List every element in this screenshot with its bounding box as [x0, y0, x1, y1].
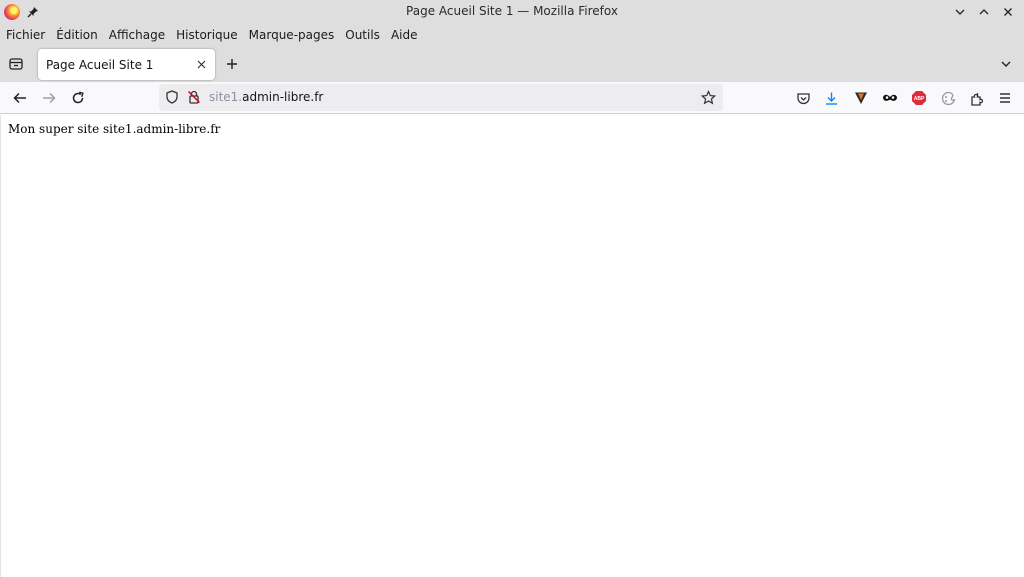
- list-all-tabs-button[interactable]: [996, 54, 1016, 74]
- menu-icon[interactable]: [994, 87, 1016, 109]
- page-content: Mon super site site1.admin-libre.fr: [0, 115, 1024, 577]
- chevron-down-icon: [1001, 61, 1011, 67]
- tab-close-button[interactable]: [194, 57, 208, 71]
- chevron-down-icon: [955, 9, 965, 15]
- color-extension-icon[interactable]: [937, 87, 959, 109]
- new-tab-button[interactable]: [222, 54, 242, 74]
- close-icon: [1004, 8, 1012, 16]
- adblock-icon[interactable]: ABP: [908, 87, 930, 109]
- firefox-view-icon: [9, 58, 23, 70]
- menu-aide[interactable]: Aide: [391, 28, 418, 42]
- url-bar[interactable]: site1.admin-libre.fr: [159, 84, 723, 111]
- page-body-text: Mon super site site1.admin-libre.fr: [8, 122, 221, 136]
- tracking-protection-icon[interactable]: [164, 89, 180, 105]
- menu-fichier[interactable]: Fichier: [6, 28, 45, 42]
- tab-bar: Page Acueil Site 1: [0, 46, 1024, 82]
- window-title: Page Acueil Site 1 — Mozilla Firefox: [406, 4, 618, 18]
- url-subdomain: site1.: [209, 90, 243, 104]
- window-controls: [950, 3, 1018, 21]
- url-domain: admin-libre.fr: [242, 90, 324, 104]
- chevron-up-icon: [979, 9, 989, 15]
- url-text[interactable]: site1.admin-libre.fr: [209, 90, 323, 104]
- vpn-extension-icon[interactable]: [850, 87, 872, 109]
- pocket-icon[interactable]: [792, 87, 814, 109]
- title-bar: Page Acueil Site 1 — Mozilla Firefox: [0, 0, 1024, 24]
- downloads-icon[interactable]: [820, 87, 842, 109]
- maximize-button[interactable]: [974, 3, 994, 21]
- close-icon: [197, 60, 205, 68]
- forward-button[interactable]: [37, 86, 61, 110]
- tab-page-acueil[interactable]: Page Acueil Site 1: [38, 49, 215, 80]
- bookmark-star-icon[interactable]: [700, 89, 716, 105]
- tab-title: Page Acueil Site 1: [46, 57, 154, 72]
- menu-edition[interactable]: Édition: [56, 28, 98, 42]
- mask-extension-icon[interactable]: [879, 87, 901, 109]
- reload-button[interactable]: [66, 86, 90, 110]
- navigation-toolbar: site1.admin-libre.fr ABP: [0, 82, 1024, 114]
- menu-outils[interactable]: Outils: [345, 28, 380, 42]
- menu-historique[interactable]: Historique: [176, 28, 238, 42]
- menu-affichage[interactable]: Affichage: [109, 28, 165, 42]
- back-arrow-icon: [13, 92, 26, 104]
- plus-icon: [227, 59, 237, 69]
- forward-arrow-icon: [43, 92, 56, 104]
- adblock-label: ABP: [914, 96, 925, 102]
- extensions-icon[interactable]: [966, 87, 988, 109]
- back-button[interactable]: [8, 86, 32, 110]
- reload-icon: [72, 91, 84, 104]
- minimize-button[interactable]: [950, 3, 970, 21]
- menu-marque-pages[interactable]: Marque-pages: [249, 28, 335, 42]
- close-window-button[interactable]: [998, 3, 1018, 21]
- menu-bar: Fichier Édition Affichage Historique Mar…: [0, 24, 1024, 46]
- insecure-lock-icon[interactable]: [186, 89, 202, 105]
- firefox-view-button[interactable]: [4, 52, 28, 76]
